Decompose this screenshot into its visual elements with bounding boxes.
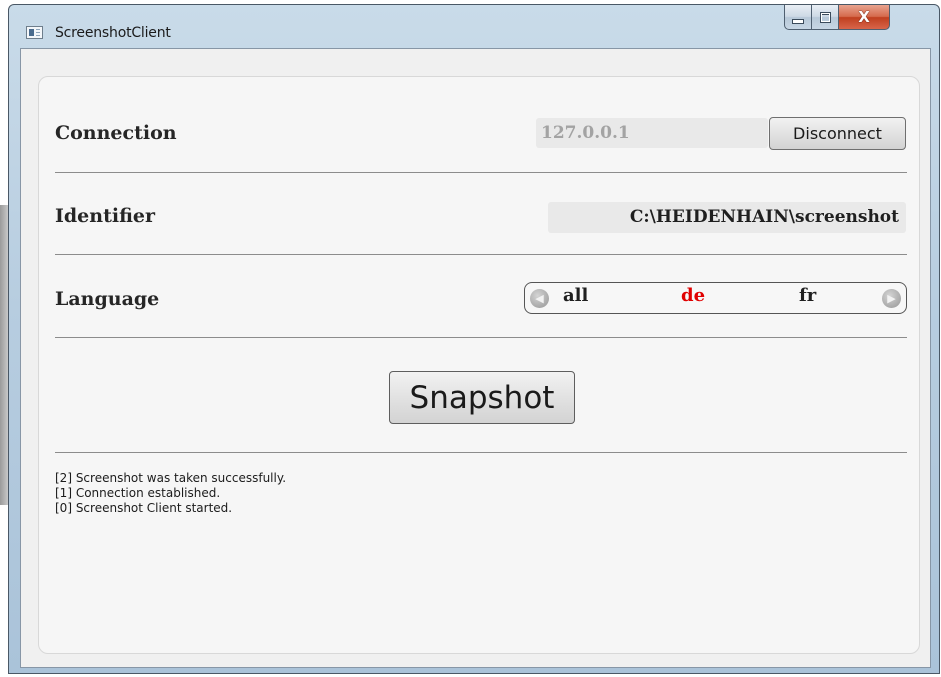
identifier-field: C:\HEIDENHAIN\screenshot bbox=[548, 202, 906, 233]
separator bbox=[55, 254, 907, 255]
chevron-left-icon[interactable]: ◀ bbox=[530, 289, 549, 308]
window-title: ScreenshotClient bbox=[55, 25, 171, 41]
main-panel: Connection 127.0.0.1 Disconnect Identifi… bbox=[38, 76, 920, 654]
separator bbox=[55, 452, 907, 453]
language-option-all[interactable]: all bbox=[563, 285, 588, 306]
log-output: [2] Screenshot was taken successfully. [… bbox=[55, 471, 286, 516]
close-button[interactable]: X bbox=[839, 5, 890, 30]
minimize-button[interactable] bbox=[784, 5, 812, 30]
log-line: [1] Connection established. bbox=[55, 486, 221, 500]
maximize-icon bbox=[819, 11, 831, 23]
disconnect-button[interactable]: Disconnect bbox=[769, 117, 906, 150]
separator bbox=[55, 337, 907, 338]
connection-address-field: 127.0.0.1 bbox=[536, 118, 768, 148]
maximize-button[interactable] bbox=[812, 5, 839, 30]
language-option-fr[interactable]: fr bbox=[799, 285, 816, 306]
language-label: Language bbox=[55, 288, 160, 310]
minimize-icon bbox=[792, 18, 804, 24]
chevron-right-icon[interactable]: ▶ bbox=[882, 289, 901, 308]
connection-label: Connection bbox=[55, 122, 177, 144]
client-area: Connection 127.0.0.1 Disconnect Identifi… bbox=[20, 48, 931, 668]
snapshot-button[interactable]: Snapshot bbox=[389, 371, 575, 424]
title-bar[interactable]: ScreenshotClient X bbox=[9, 5, 939, 49]
log-line: [2] Screenshot was taken successfully. bbox=[55, 471, 287, 485]
separator bbox=[55, 172, 907, 173]
app-window: ScreenshotClient X Connection 127.0.0.1 … bbox=[8, 4, 940, 674]
desktop-edge bbox=[0, 205, 8, 505]
app-window-icon bbox=[26, 26, 43, 39]
language-selector[interactable]: ◀ all de fr ▶ bbox=[524, 282, 907, 314]
log-line: [0] Screenshot Client started. bbox=[55, 501, 233, 515]
language-option-de[interactable]: de bbox=[681, 285, 705, 306]
close-icon: X bbox=[858, 7, 870, 26]
identifier-label: Identifier bbox=[55, 205, 155, 227]
